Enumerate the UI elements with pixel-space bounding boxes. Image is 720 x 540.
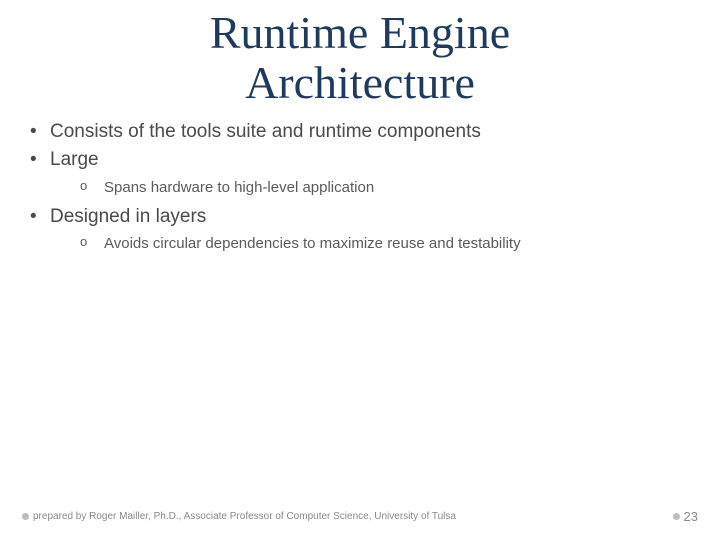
sub-bullet-list: Spans hardware to high-level application bbox=[50, 177, 698, 198]
bullet-item: Large Spans hardware to high-level appli… bbox=[22, 147, 698, 198]
bullet-text: Large bbox=[50, 149, 99, 170]
bullet-text: Designed in layers bbox=[50, 206, 206, 227]
sub-bullet-list: Avoids circular dependencies to maximize… bbox=[50, 233, 698, 254]
bullet-item: Consists of the tools suite and runtime … bbox=[22, 119, 698, 145]
slide-content: Consists of the tools suite and runtime … bbox=[0, 107, 720, 254]
title-line-2: Architecture bbox=[245, 57, 475, 108]
slide-footer: prepared by Roger Mailler, Ph.D., Associ… bbox=[0, 509, 720, 524]
bullet-text: Consists of the tools suite and runtime … bbox=[50, 121, 481, 142]
sub-bullet-text: Avoids circular dependencies to maximize… bbox=[104, 235, 521, 252]
footer-page: 23 bbox=[673, 509, 698, 524]
sub-bullet-item: Spans hardware to high-level application bbox=[50, 177, 698, 198]
bullet-item: Designed in layers Avoids circular depen… bbox=[22, 204, 698, 255]
sub-bullet-item: Avoids circular dependencies to maximize… bbox=[50, 233, 698, 254]
title-line-1: Runtime Engine bbox=[210, 7, 510, 58]
slide-title: Runtime Engine Architecture bbox=[0, 0, 720, 107]
slide: Runtime Engine Architecture Consists of … bbox=[0, 0, 720, 540]
page-number: 23 bbox=[684, 509, 698, 524]
sub-bullet-text: Spans hardware to high-level application bbox=[104, 179, 374, 196]
bullet-list: Consists of the tools suite and runtime … bbox=[22, 119, 698, 254]
bullet-dot-icon bbox=[22, 513, 29, 520]
footer-credit-text: prepared by Roger Mailler, Ph.D., Associ… bbox=[33, 511, 456, 522]
footer-credit: prepared by Roger Mailler, Ph.D., Associ… bbox=[22, 511, 456, 522]
bullet-dot-icon bbox=[673, 513, 680, 520]
